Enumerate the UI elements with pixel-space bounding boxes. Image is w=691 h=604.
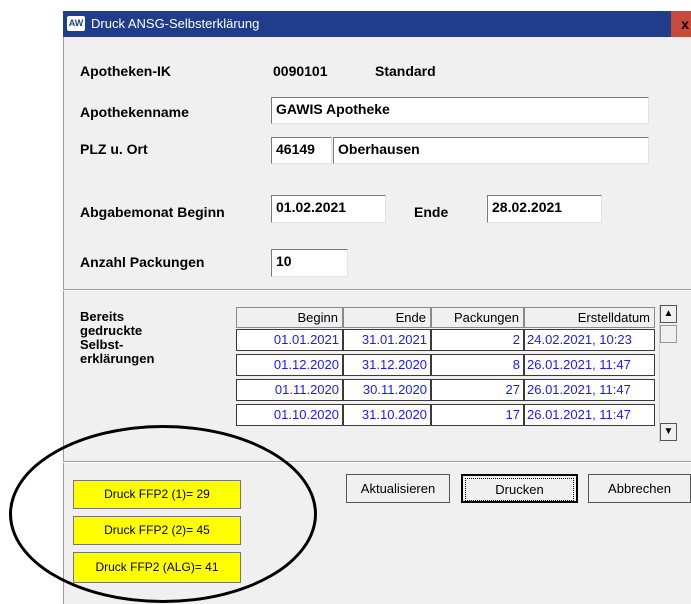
ik-type: Standard [375,63,436,79]
table-cell[interactable]: 31.01.2021 [343,329,431,351]
print-ffp2-1-button[interactable]: Druck FFP2 (1)= 29 [73,480,241,509]
divider [63,461,691,463]
table-cell[interactable]: 01.01.2021 [236,329,343,351]
scroll-down-icon[interactable]: ▼ [660,423,677,441]
table-cell[interactable]: 01.11.2020 [236,379,343,401]
printed-table: Beginn Ende Packungen Erstelldatum 01.01… [236,307,660,445]
count-label: Anzahl Packungen [80,254,205,270]
plz-label: PLZ u. Ort [80,141,148,157]
ik-label: Apotheken-IK [80,63,171,79]
city-field[interactable]: Oberhausen [333,137,649,164]
table-cell[interactable]: 26.01.2021, 11:47 [524,379,655,401]
print-button-label: Drucken [465,478,574,501]
cancel-button[interactable]: Abbrechen [588,474,691,503]
end-date-field[interactable]: 28.02.2021 [487,195,602,223]
ik-value: 0090101 [273,63,328,79]
table-cell[interactable]: 8 [431,354,524,376]
table-scrollbar[interactable]: ▲ ▼ [659,305,678,443]
table-cell[interactable]: 17 [431,404,524,426]
print-ffp2-alg-button[interactable]: Druck FFP2 (ALG)= 41 [73,552,241,583]
col-header-begin[interactable]: Beginn [236,307,343,328]
table-cell[interactable]: 31.12.2020 [343,354,431,376]
printed-label-line: gedruckte [80,323,143,338]
table-cell[interactable]: 26.01.2021, 11:47 [524,404,655,426]
col-header-count[interactable]: Packungen [431,307,524,328]
table-cell[interactable]: 01.10.2020 [236,404,343,426]
table-cell[interactable]: 2 [431,329,524,351]
col-header-created[interactable]: Erstelldatum [524,307,655,328]
name-label: Apothekenname [80,104,189,120]
table-cell[interactable]: 01.12.2020 [236,354,343,376]
scroll-up-icon[interactable]: ▲ [660,305,677,323]
count-field[interactable]: 10 [271,249,348,277]
table-cell[interactable]: 30.11.2020 [343,379,431,401]
printed-label-line: Selbst- [80,337,124,352]
printed-label: Bereits gedruckte Selbst- erklärungen [80,310,154,366]
plz-field[interactable]: 46149 [271,137,332,164]
app-logo-icon: AW [67,16,85,31]
name-field[interactable]: GAWIS Apotheke [271,97,649,124]
print-button[interactable]: Drucken [461,474,578,503]
scroll-thumb[interactable] [660,325,677,343]
end-label: Ende [414,204,449,220]
col-header-end[interactable]: Ende [343,307,431,328]
table-cell[interactable]: 27 [431,379,524,401]
refresh-button[interactable]: Aktualisieren [346,474,450,503]
close-button[interactable]: x [671,11,691,37]
begin-date-field[interactable]: 01.02.2021 [271,195,386,223]
window-title: Druck ANSG-Selbsterklärung [91,16,260,31]
print-ffp2-2-button[interactable]: Druck FFP2 (2)= 45 [73,516,241,545]
table-cell[interactable]: 24.02.2021, 10:23 [524,329,655,351]
title-bar: AW Druck ANSG-Selbsterklärung x [63,11,691,37]
month-label: Abgabemonat Beginn [80,204,225,220]
divider [63,289,691,291]
table-cell[interactable]: 26.01.2021, 11:47 [524,354,655,376]
printed-label-line: erklärungen [80,351,155,366]
table-cell[interactable]: 31.10.2020 [343,404,431,426]
printed-label-line: Bereits [80,309,125,324]
